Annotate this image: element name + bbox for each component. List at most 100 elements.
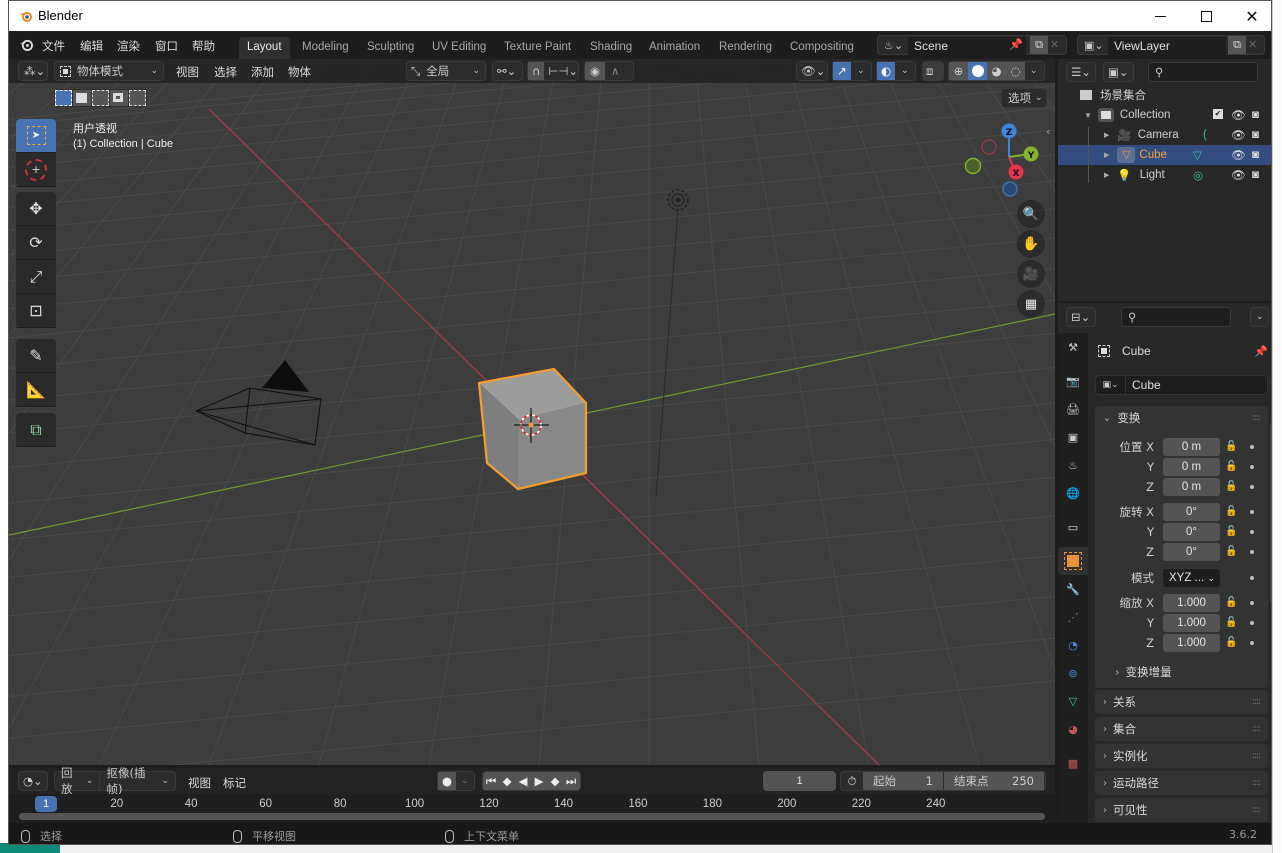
ortho-toggle-button[interactable]: ▦ xyxy=(1017,290,1045,318)
tab-animation[interactable]: Animation xyxy=(641,37,708,59)
lock-icon[interactable]: 🔓 xyxy=(1225,506,1237,518)
measure-tool[interactable]: 📐 xyxy=(16,373,56,407)
select-invert-icon[interactable] xyxy=(110,90,128,106)
drag-handle-icon[interactable]: :::: xyxy=(1252,697,1261,707)
lock-icon[interactable]: 🔓 xyxy=(1225,637,1237,649)
select-subtract-icon[interactable] xyxy=(91,90,110,106)
menu-edit[interactable]: 编辑 xyxy=(80,38,103,54)
drag-handle-icon[interactable]: :::: xyxy=(1252,413,1261,423)
keyframe-dot-icon[interactable] xyxy=(1250,530,1254,534)
options-dropdown[interactable]: 选项 ⌄ xyxy=(1001,88,1047,108)
keyframe-dot-icon[interactable] xyxy=(1250,550,1254,554)
menu-help[interactable]: 帮助 xyxy=(192,38,215,54)
rotation-x-field[interactable]: 0° xyxy=(1163,503,1220,521)
lock-icon[interactable]: 🔓 xyxy=(1225,461,1237,473)
tab-output[interactable]: 🖨 xyxy=(1058,395,1088,423)
snap-toggle[interactable]: ∩ ⊢⊣⌄ xyxy=(527,61,579,81)
tab-shading[interactable]: Shading xyxy=(582,37,640,59)
tab-texture-paint[interactable]: Texture Paint xyxy=(496,37,579,59)
keyframe-dot-icon[interactable] xyxy=(1250,641,1254,645)
end-frame-field[interactable]: 结束点 250 xyxy=(944,772,1044,790)
jump-end-icon[interactable]: ⏭ xyxy=(563,774,579,789)
collection-row[interactable]: ▼ Collection ✔ 👁 ◙ xyxy=(1058,105,1271,125)
timeline-menu-marker[interactable]: 标记 xyxy=(223,775,246,791)
stopwatch-icon[interactable]: ⏱ xyxy=(841,774,863,789)
tab-physics[interactable]: ◔ xyxy=(1058,631,1088,659)
drag-handle-icon[interactable]: :::: xyxy=(1252,805,1261,815)
location-z-field[interactable]: 0 m xyxy=(1163,478,1220,496)
tab-uv-editing[interactable]: UV Editing xyxy=(424,37,494,59)
keyframe-dot-icon[interactable] xyxy=(1250,601,1254,605)
render-camera-icon[interactable]: ◙ xyxy=(1252,149,1259,161)
camera-view-button[interactable]: 🎥 xyxy=(1017,260,1045,288)
add-cube-tool[interactable]: ⧉ xyxy=(16,413,56,447)
overlays-toggle[interactable]: ◐ ⌄ xyxy=(876,61,916,81)
viewport-menu-select[interactable]: 选择 xyxy=(214,64,237,80)
location-x-field[interactable]: 0 m xyxy=(1163,438,1220,456)
select-intersect-icon[interactable] xyxy=(128,90,146,106)
pin-icon[interactable]: 📌 xyxy=(1254,345,1268,358)
jump-start-icon[interactable]: ⏮ xyxy=(483,774,499,789)
play-reverse-icon[interactable]: ◀ xyxy=(515,774,531,788)
tab-tool[interactable]: ⚒ xyxy=(1058,333,1088,361)
properties-options-dropdown[interactable]: ⌄ xyxy=(1250,307,1269,327)
tab-particles[interactable]: ⋰ xyxy=(1058,603,1088,631)
keyframe-dot-icon[interactable] xyxy=(1250,510,1254,514)
play-icon[interactable]: ▶ xyxy=(531,774,547,788)
scale-z-field[interactable]: 1.000 xyxy=(1163,634,1220,652)
instancing-panel[interactable]: › 实例化:::: xyxy=(1095,744,1268,768)
tab-object[interactable] xyxy=(1058,547,1088,575)
visibility-dropdown[interactable]: 👁⌄ xyxy=(796,61,828,81)
tab-data[interactable]: ▽ xyxy=(1058,687,1088,715)
motion-paths-panel[interactable]: › 运动路径:::: xyxy=(1095,771,1268,795)
current-frame-field[interactable]: 1 xyxy=(763,771,836,791)
3d-viewport[interactable]: Z Y X ⁂⌄ 物体模式 ⌄ 视图 选择 添加 物体 ⤡ 全局 ⌄ ⚯⌄ ∩ … xyxy=(9,59,1055,765)
timeline-menu-view[interactable]: 视图 xyxy=(188,775,211,791)
outliner-item-light[interactable]: ▶ 💡 Light ◎ 👁 ◙ xyxy=(1058,165,1271,185)
tab-material[interactable]: ◕ xyxy=(1058,715,1088,743)
zoom-button[interactable]: 🔍 xyxy=(1017,200,1045,228)
drag-handle-icon[interactable]: :::: xyxy=(1252,778,1261,788)
proportional-editing-toggle[interactable]: ◉ ∧ xyxy=(584,61,634,81)
tab-scene[interactable]: ♨ xyxy=(1058,451,1088,479)
editor-type-button[interactable]: ⁂⌄ xyxy=(18,61,48,81)
expand-arrow-icon[interactable]: ▼ xyxy=(1084,111,1092,120)
maximize-button[interactable] xyxy=(1183,1,1229,31)
collections-panel[interactable]: › 集合:::: xyxy=(1095,717,1268,741)
new-view-layer-icon[interactable]: ⧉ xyxy=(1228,36,1246,54)
viewport-menu-add[interactable]: 添加 xyxy=(251,64,274,80)
eye-icon[interactable]: 👁 xyxy=(1231,148,1246,162)
solid-shading-icon[interactable] xyxy=(968,62,987,80)
scale-tool[interactable]: ⤢ xyxy=(16,260,56,294)
tab-modifiers[interactable]: 🔧 xyxy=(1058,575,1088,603)
rotation-z-field[interactable]: 0° xyxy=(1163,543,1220,561)
pin-icon[interactable]: 📌 xyxy=(1009,38,1023,51)
new-scene-icon[interactable]: ⧉ xyxy=(1030,36,1048,54)
keyframe-dot-icon[interactable] xyxy=(1250,621,1254,625)
properties-search-input[interactable]: ⚲ xyxy=(1121,307,1231,327)
object-type-dropdown[interactable]: ▣⌄ xyxy=(1096,376,1126,394)
relations-panel[interactable]: › 关系:::: xyxy=(1095,690,1268,714)
select-box-tool[interactable]: ➤ xyxy=(16,119,56,153)
lock-icon[interactable]: 🔓 xyxy=(1225,441,1237,453)
view-layer-selector[interactable]: ▣⌄ ViewLayer ⧉ ✕ xyxy=(1077,35,1265,55)
close-button[interactable]: ✕ xyxy=(1229,1,1271,31)
keying-dropdown[interactable]: 抠像(插帧) ⌄ xyxy=(100,766,175,796)
tab-compositing[interactable]: Compositing xyxy=(782,37,862,59)
scale-y-field[interactable]: 1.000 xyxy=(1163,614,1220,632)
outliner-search-input[interactable]: ⚲ xyxy=(1148,62,1258,82)
pan-button[interactable]: ✋ xyxy=(1017,230,1045,258)
rotation-mode-dropdown[interactable]: XYZ ... ⌄ xyxy=(1163,569,1220,587)
timeline-ruler[interactable]: 1 20 40 60 80 100 120 140 160 180 200 220 240 xyxy=(9,794,1055,823)
timeline-scrollbar[interactable] xyxy=(19,813,1045,820)
visibility-panel[interactable]: › 可见性:::: xyxy=(1095,798,1268,822)
lock-icon[interactable]: 🔓 xyxy=(1225,597,1237,609)
menu-render[interactable]: 渲染 xyxy=(117,38,140,54)
scale-x-field[interactable]: 1.000 xyxy=(1163,594,1220,612)
blender-menu-icon[interactable] xyxy=(19,38,34,51)
tab-rendering[interactable]: Rendering xyxy=(711,37,780,59)
location-y-field[interactable]: 0 m xyxy=(1163,458,1220,476)
eye-icon[interactable]: 👁 xyxy=(1231,128,1246,142)
cursor-tool[interactable]: + xyxy=(16,153,56,187)
properties-scrollbar[interactable] xyxy=(1270,423,1271,603)
